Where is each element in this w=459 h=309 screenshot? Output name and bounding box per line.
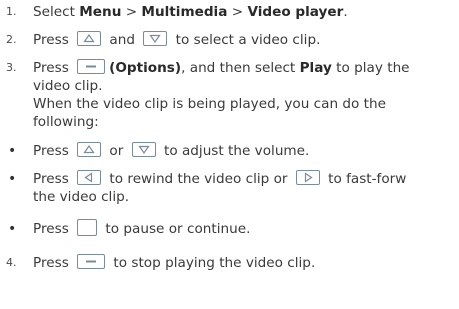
bullet-text-pre: Press bbox=[33, 221, 74, 237]
down-arrow-key-icon bbox=[143, 30, 168, 46]
left-soft-key-icon bbox=[77, 58, 106, 74]
step-text-post: . bbox=[343, 4, 348, 20]
bullet-text-post: to adjust the volume. bbox=[159, 143, 310, 159]
center-key-icon bbox=[77, 218, 98, 236]
step-text-pre: Press bbox=[33, 60, 74, 76]
step-text-post: to stop playing the video clip. bbox=[109, 255, 316, 271]
menu-label: Menu bbox=[79, 4, 122, 20]
bullet-text-post: to fast-forw bbox=[323, 171, 407, 187]
step-text: Press to stop playing the video clip. bbox=[33, 253, 316, 272]
separator: > bbox=[227, 4, 248, 20]
bullet-text-mid: or bbox=[105, 143, 128, 159]
play-label: Play bbox=[299, 60, 332, 76]
step-text-pre: Press bbox=[33, 255, 74, 271]
step-text: Press (Options), and then select Play to… bbox=[33, 58, 410, 77]
step-text-mid: , and then select bbox=[181, 60, 300, 76]
step-number: 4. bbox=[6, 256, 17, 269]
up-arrow-key-icon bbox=[77, 141, 102, 157]
step-number: 1. bbox=[6, 5, 17, 18]
step-text: video clip. bbox=[33, 78, 103, 94]
bullet-text: the video clip. bbox=[33, 189, 130, 205]
up-arrow-key-icon bbox=[77, 30, 102, 46]
separator: > bbox=[121, 4, 142, 20]
options-label: (Options) bbox=[109, 60, 182, 76]
right-arrow-key-icon bbox=[295, 169, 320, 185]
step-text-pre: Select bbox=[33, 4, 80, 20]
step-text: Press and to select a video clip. bbox=[33, 30, 321, 49]
note-text: When the video clip is being played, you… bbox=[33, 96, 386, 112]
step-text-pre: Press bbox=[33, 32, 74, 48]
bullet-text-pre: Press bbox=[33, 143, 74, 159]
step-text: Select Menu > Multimedia > Video player. bbox=[33, 3, 348, 21]
bullet-icon: • bbox=[8, 171, 17, 187]
bullet-text: Press or to adjust the volume. bbox=[33, 141, 310, 160]
step-text-post: to play the bbox=[331, 60, 410, 76]
step-number: 3. bbox=[6, 61, 17, 74]
step-text-mid: and bbox=[105, 32, 140, 48]
bullet-text-pre: Press bbox=[33, 171, 74, 187]
bullet-text: Press to rewind the video clip or to fas… bbox=[33, 169, 407, 188]
step-text-post: to select a video clip. bbox=[171, 32, 321, 48]
bullet-icon: • bbox=[8, 221, 17, 237]
multimedia-label: Multimedia bbox=[141, 4, 228, 20]
left-arrow-key-icon bbox=[77, 169, 102, 185]
note-text: following: bbox=[33, 114, 99, 130]
bullet-text-mid: to rewind the video clip or bbox=[105, 171, 292, 187]
bullet-text: Press to pause or continue. bbox=[33, 218, 251, 238]
bullet-text-post: to pause or continue. bbox=[101, 221, 251, 237]
video-player-label: Video player bbox=[247, 4, 344, 20]
step-number: 2. bbox=[6, 33, 17, 46]
down-arrow-key-icon bbox=[131, 141, 156, 157]
bullet-icon: • bbox=[8, 143, 17, 159]
left-soft-key-icon bbox=[77, 253, 106, 269]
